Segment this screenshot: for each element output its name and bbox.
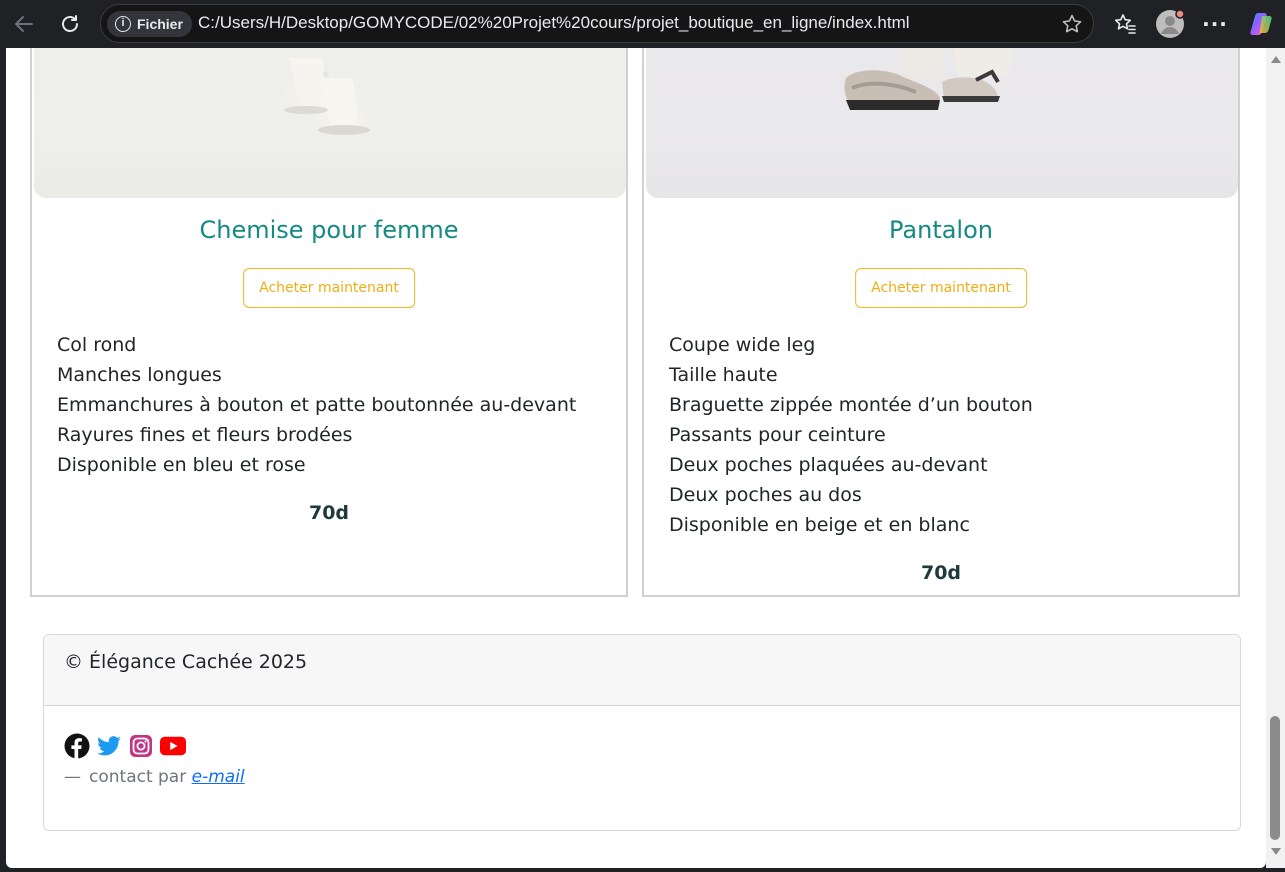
product-card: Pantalon Acheter maintenant Coupe wide l… — [642, 48, 1240, 597]
profile-icon — [1156, 9, 1185, 38]
instagram-link[interactable] — [128, 733, 154, 759]
feature-item: Taille haute — [669, 364, 778, 386]
favorites-button[interactable] — [1110, 9, 1140, 39]
info-icon: i — [115, 16, 131, 32]
email-link[interactable]: e-mail — [192, 767, 245, 787]
feature-item: Disponible en beige et en blanc — [669, 514, 970, 536]
social-links — [64, 733, 186, 759]
feature-item: Disponible en bleu et rose — [57, 454, 306, 476]
instagram-icon — [130, 735, 152, 757]
product-image — [34, 48, 626, 198]
scroll-down-arrow-icon[interactable] — [1271, 848, 1281, 855]
feature-item: Braguette zippée montée d’un bouton — [669, 394, 1033, 416]
page-viewport: Chemise pour femme Acheter maintenant Co… — [6, 48, 1266, 868]
back-icon — [15, 16, 33, 32]
feature-item: Coupe wide leg — [669, 334, 816, 356]
copyright-text: © Élégance Cachée 2025 — [64, 651, 308, 673]
url-text[interactable]: C:/Users/H/Desktop/GOMYCODE/02%20Projet%… — [198, 13, 910, 33]
more-icon: ··· — [1202, 12, 1228, 36]
reload-button[interactable] — [54, 8, 86, 40]
scrollbar-thumb[interactable] — [1270, 716, 1280, 840]
contact-prefix: contact par — [89, 767, 187, 787]
favorites-icon — [1114, 14, 1136, 34]
feature-item: Manches longues — [57, 364, 222, 386]
twitter-icon — [97, 736, 121, 756]
youtube-icon — [160, 736, 186, 756]
twitter-link[interactable] — [96, 733, 122, 759]
footer-header: © Élégance Cachée 2025 — [44, 635, 1240, 706]
feature-item: Deux poches plaquées au-devant — [669, 454, 988, 476]
contact-line: — contact par e-mail — [64, 767, 245, 787]
product-title: Pantalon — [889, 216, 993, 244]
copilot-icon — [1250, 13, 1272, 35]
scroll-up-arrow-icon[interactable] — [1271, 56, 1281, 63]
feature-item: Deux poches au dos — [669, 484, 862, 506]
site-info-label: Fichier — [137, 16, 183, 32]
reload-icon — [62, 15, 78, 32]
product-photo-shoes — [282, 58, 370, 135]
product-title: Chemise pour femme — [199, 216, 459, 244]
product-price: 70d — [920, 562, 962, 584]
contact-dash: — — [64, 767, 81, 787]
buy-now-button[interactable]: Acheter maintenant — [243, 268, 415, 308]
buy-now-button[interactable]: Acheter maintenant — [855, 268, 1027, 308]
bookmark-button[interactable] — [1061, 13, 1083, 35]
youtube-link[interactable] — [160, 733, 186, 759]
star-icon — [1062, 14, 1082, 33]
feature-item: Emmanchures à bouton et patte boutonnée … — [57, 394, 577, 416]
feature-item: Passants pour ceinture — [669, 424, 886, 446]
feature-item: Rayures fines et fleurs brodées — [57, 424, 353, 446]
product-photo-sneakers — [844, 48, 1014, 110]
product-image — [646, 48, 1238, 198]
product-card: Chemise pour femme Acheter maintenant Co… — [30, 48, 628, 597]
back-button[interactable] — [8, 8, 40, 40]
feature-list: Col rond Manches longues Emmanchures à b… — [57, 330, 576, 480]
facebook-icon — [64, 733, 90, 759]
page-scrollbar[interactable] — [1266, 48, 1285, 868]
site-footer: © Élégance Cachée 2025 — contact par e-ma… — [43, 634, 1241, 831]
feature-item: Col rond — [57, 334, 137, 356]
feature-list: Coupe wide leg Taille haute Braguette zi… — [669, 330, 1033, 540]
facebook-link[interactable] — [64, 733, 90, 759]
site-info-chip[interactable]: i Fichier — [107, 11, 192, 37]
address-bar[interactable]: i Fichier C:/Users/H/Desktop/GOMYCODE/02… — [100, 4, 1094, 43]
profile-button[interactable] — [1155, 9, 1185, 39]
more-button[interactable]: ··· — [1200, 9, 1230, 39]
browser-toolbar: i Fichier C:/Users/H/Desktop/GOMYCODE/02… — [0, 0, 1285, 48]
product-price: 70d — [308, 502, 350, 524]
copilot-button[interactable] — [1246, 9, 1276, 39]
